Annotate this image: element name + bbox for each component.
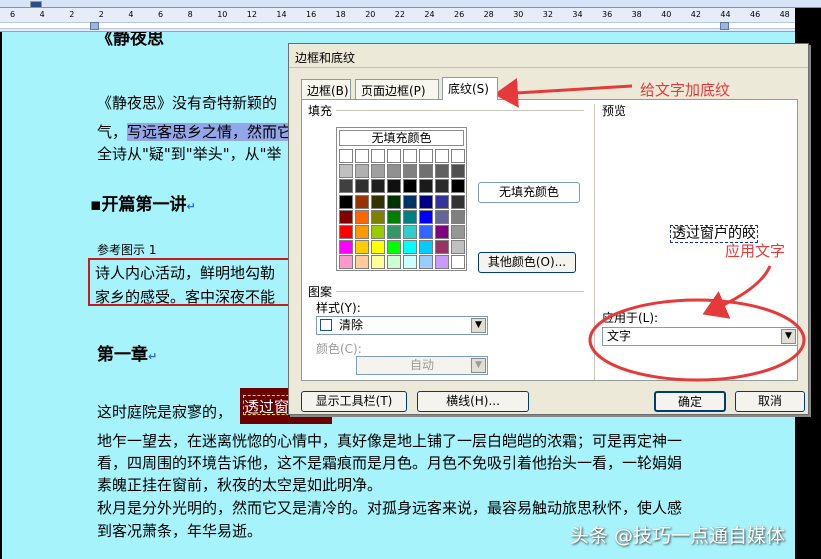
- annotation-add-shading: 给文字加底纹: [640, 81, 731, 99]
- watermark: 头条 @技巧一点通自媒体: [570, 525, 786, 547]
- annotation-apply-text: 应用文字: [725, 242, 786, 260]
- annotation-arrow-apply: [702, 265, 772, 319]
- annotation-arrow-tab: [494, 77, 633, 108]
- tab-shading[interactable]: 底纹(S): [442, 77, 498, 100]
- annotation-ellipse: [588, 298, 806, 382]
- word-window: 6 4 2 2 4 6 8 10 12 14 16 18 20 22 24 26 28 30 32 34 36 38 40 4…: [0, 0, 821, 559]
